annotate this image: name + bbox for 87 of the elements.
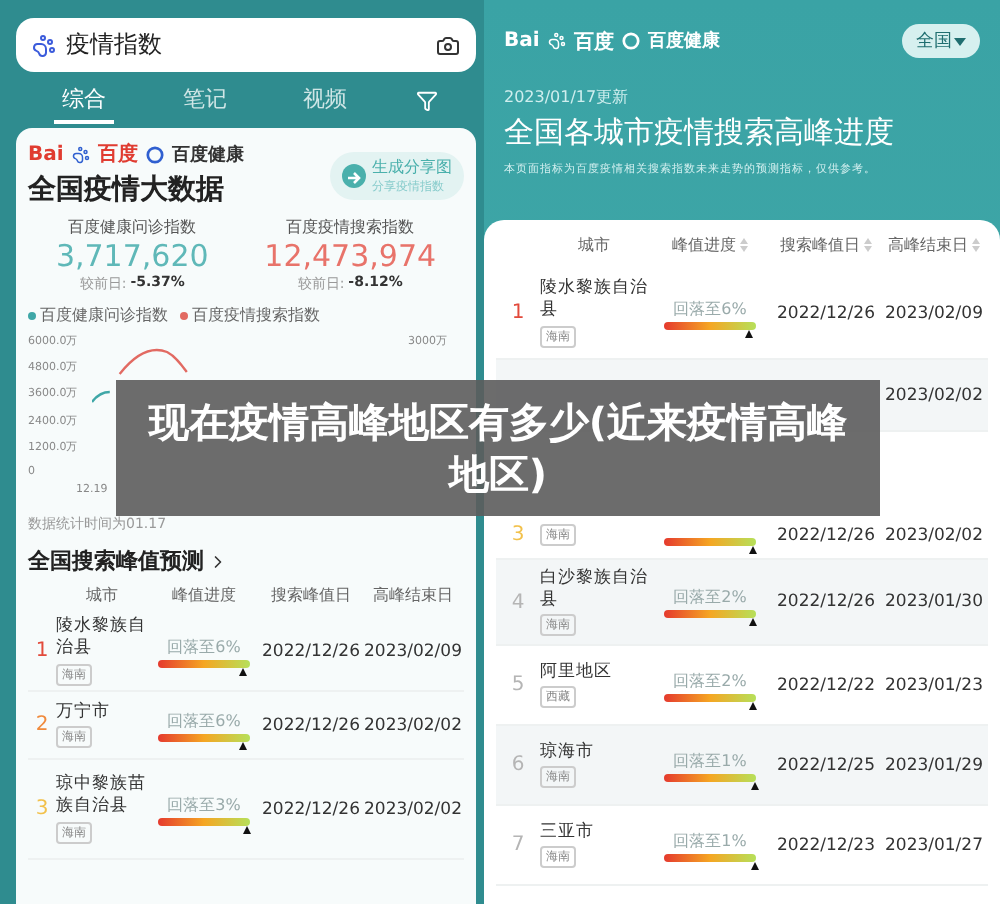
column-header: 城市 [84, 583, 120, 605]
city-name: 三亚市 [540, 821, 594, 843]
rank-number: 4 [509, 591, 527, 613]
stat-label: 百度健康问诊指数 [68, 216, 197, 238]
caret-icon [954, 37, 966, 45]
tab[interactable]: 视频 [295, 77, 356, 123]
end-date: 2023/02/02 [362, 799, 464, 819]
progress-label: 回落至3% [167, 793, 241, 815]
stat-label: 百度疫情搜索指数 [286, 216, 415, 238]
end-date: 2023/01/29 [883, 755, 985, 775]
sort-icon[interactable] [740, 237, 748, 251]
rank-number: 1 [509, 302, 527, 324]
column-header: 峰值进度 [170, 583, 238, 605]
brand-name: 百度健康 [171, 142, 244, 167]
city-name: 琼中黎族苗族自治县 [56, 774, 148, 818]
tab[interactable]: 综合 [54, 77, 115, 123]
card-title: 全国疫情大数据 [28, 172, 224, 208]
search-field[interactable]: 疫情指数 [16, 18, 476, 72]
progress-label: 回落至1% [673, 829, 747, 851]
peak-date: 2022/12/26 [775, 303, 877, 323]
end-date: 2023/02/02 [883, 385, 985, 405]
peak-date: 2022/12/25 [775, 755, 877, 775]
rank-number: 2 [33, 714, 51, 736]
headline-text: 现在疫情高峰地区有多少(近来疫情高峰地区) [146, 396, 850, 500]
share-icon [342, 164, 366, 188]
stat-value: 12,473,974 [264, 238, 437, 274]
peak-date: 2022/12/26 [260, 799, 362, 819]
camera-icon[interactable] [436, 33, 460, 57]
peak-date: 2022/12/26 [260, 715, 362, 735]
stat-value: 3,717,620 [55, 238, 209, 274]
logo-text: 百度 [573, 28, 614, 55]
paw-icon [32, 33, 56, 57]
logo-text: 百度 [97, 140, 138, 168]
end-date: 2023/02/02 [883, 526, 985, 546]
rank-number: 3 [509, 524, 527, 546]
progress-label: 回落至2% [673, 669, 747, 691]
city-name: 白沙黎族自治县 [540, 567, 648, 611]
peak-date: 2022/12/23 [775, 835, 877, 855]
peak-date: 2022/12/26 [260, 641, 362, 661]
end-date: 2023/02/02 [362, 715, 464, 735]
brand-name: 百度健康 [647, 28, 720, 54]
progress-label: 回落至2% [673, 586, 747, 608]
page-title: 全国各城市疫情搜索高峰进度 [504, 114, 896, 152]
city-name: 万宁市 [56, 701, 110, 723]
column-header: 高峰结束日 [371, 583, 455, 605]
tab[interactable]: 笔记 [174, 77, 235, 123]
end-date: 2023/02/09 [883, 303, 985, 323]
progress-label: 回落至6% [673, 297, 747, 319]
search-text: 疫情指数 [66, 28, 164, 62]
paw-icon [71, 145, 90, 163]
end-date: 2023/01/30 [883, 592, 985, 612]
progress-label: 回落至6% [167, 635, 241, 657]
end-date: 2023/01/27 [883, 835, 985, 855]
column-header: 搜索峰值日 [269, 583, 353, 605]
city-name: 陵水黎族自治县 [56, 616, 148, 660]
region-dropdown[interactable]: 全国 [902, 24, 980, 58]
column-header: 城市 [576, 233, 612, 255]
update-date: 2023/01/17更新 [504, 86, 631, 108]
legend-label: 百度疫情搜索指数 [192, 304, 320, 326]
progress-label: 回落至1% [673, 749, 747, 771]
sort-icon[interactable] [972, 237, 980, 251]
legend-label: 百度健康问诊指数 [40, 304, 168, 326]
rank-number: 7 [509, 834, 527, 856]
city-name: 陵水黎族自治县 [540, 278, 648, 322]
city-name: 琼海市 [540, 741, 594, 763]
rank-number: 5 [509, 674, 527, 696]
progress-label: 回落至6% [167, 709, 241, 731]
trend-line [92, 390, 110, 403]
peak-date: 2022/12/22 [775, 675, 877, 695]
peak-date: 2022/12/26 [775, 592, 877, 612]
trend-line [118, 348, 188, 375]
rank-number: 3 [33, 798, 51, 820]
column-header: 搜索峰值日 [772, 233, 880, 255]
rank-number: 1 [33, 640, 51, 662]
rank-number: 6 [509, 754, 527, 776]
sort-icon[interactable] [864, 237, 872, 251]
end-date: 2023/01/23 [883, 675, 985, 695]
city-name: 阿里地区 [540, 661, 612, 683]
logo-text: Bai [28, 143, 64, 165]
filter-icon[interactable] [415, 89, 438, 111]
logo-text: Bai [504, 30, 540, 52]
peak-date: 2022/12/26 [775, 526, 877, 546]
section-link[interactable]: 全国搜索峰值预测 [28, 546, 464, 576]
column-header: 高峰结束日 [880, 233, 988, 255]
paw-icon [547, 32, 566, 50]
column-header: 峰值进度 [648, 233, 772, 255]
end-date: 2023/02/09 [362, 641, 464, 661]
